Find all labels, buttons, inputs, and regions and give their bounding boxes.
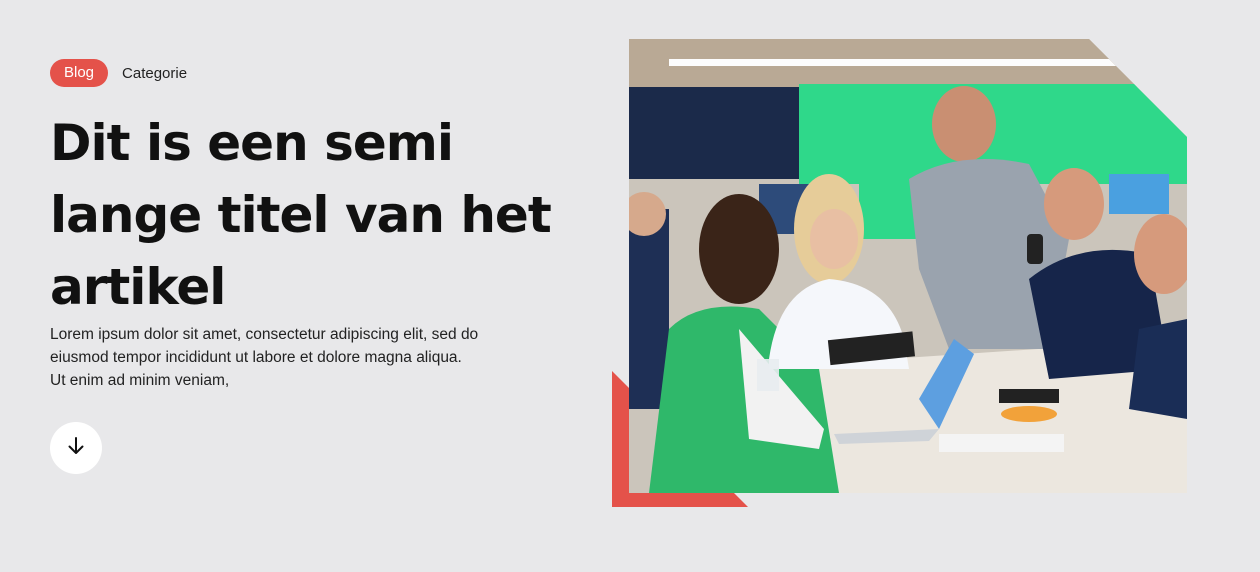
category-link[interactable]: Categorie	[122, 65, 187, 82]
team-meeting-photo	[629, 39, 1187, 493]
article-meta: Blog Categorie	[50, 59, 187, 87]
hero-section: Blog Categorie Dit is een semi lange tit…	[0, 0, 1260, 572]
arrow-down-icon	[66, 436, 86, 461]
article-title: Dit is een semi lange titel van het arti…	[50, 114, 552, 316]
scroll-down-button[interactable]	[50, 422, 102, 474]
article-intro: Lorem ipsum dolor sit amet, consectetur …	[50, 326, 479, 389]
blog-badge[interactable]: Blog	[50, 59, 109, 87]
